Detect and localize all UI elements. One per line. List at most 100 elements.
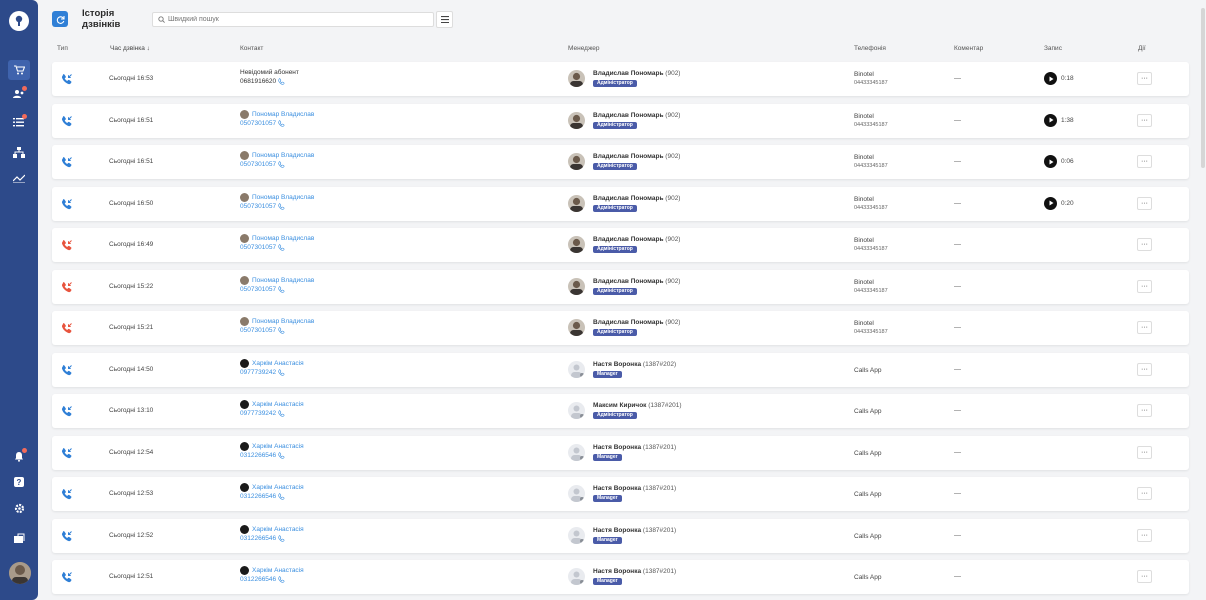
table-row[interactable]: Сьогодні 12:54 Харкім Анастасія 0312266546… [52,435,1189,470]
record-player[interactable]: 0:06 [1044,155,1074,168]
help-icon[interactable]: ? [11,474,27,490]
contact-phone[interactable]: 0312266546 [240,452,276,459]
phone-icon[interactable] [276,327,285,334]
table-row[interactable]: Сьогодні 12:52 Харкім Анастасія 0312266546… [52,518,1189,553]
contact-phone[interactable]: 0977739242 [240,410,276,417]
scrollbar[interactable] [1201,8,1205,168]
contact-phone[interactable]: 0977739242 [240,369,276,376]
table-row[interactable]: Сьогодні 14:50 Харкім Анастасія 0977739242… [52,352,1189,387]
contact-name[interactable]: Пономар Владислав [252,194,314,201]
table-row[interactable]: Сьогодні 15:22 Пономар Владислав 050730105… [52,269,1189,304]
phone-icon[interactable] [276,285,285,293]
menu-button[interactable] [436,10,453,28]
record-player[interactable]: 1:38 [1044,113,1074,127]
table-row[interactable]: Сьогодні 12:53 Харкім Анастасія 0312266546… [52,477,1189,511]
contact-name: Невідомий абонент [240,69,299,76]
table-row[interactable]: Сьогодні 16:51 Пономар Владислав 050730105… [52,103,1189,138]
table-row[interactable]: Сьогодні 16:49 Пономар Владислав 050730105… [52,228,1189,262]
contact-name[interactable]: Пономар Владислав [252,235,314,242]
structure-icon[interactable] [11,144,27,160]
more-actions-button[interactable]: ··· [1137,570,1152,583]
notifications-icon[interactable] [11,448,27,464]
manager-ext: (902) [665,236,681,243]
contact-name[interactable]: Пономар Владислав [252,318,314,325]
search-input[interactable] [165,15,421,23]
contact-phone[interactable]: 0507301057 [240,244,276,251]
phone-icon[interactable] [276,78,285,85]
comment: — [954,116,961,124]
refresh-button[interactable] [52,11,68,27]
col-comment: Коментар [954,45,984,52]
col-time-sort[interactable]: Час дзвінка ↓ [110,45,150,52]
play-icon[interactable] [1044,72,1057,85]
logo-icon[interactable] [9,11,29,31]
phone-icon[interactable] [276,368,285,376]
users-icon[interactable] [11,86,27,102]
comment: — [954,282,961,290]
more-actions-button[interactable]: ··· [1137,196,1152,210]
contact-name[interactable]: Пономар Владислав [252,277,314,284]
manager: Владислав Пономарь (902) Адміністратор [593,318,680,336]
contact-phone[interactable]: 0507301057 [240,286,276,293]
search-box[interactable] [152,11,434,27]
phone-icon[interactable] [276,493,285,500]
more-actions-button[interactable]: ··· [1137,362,1152,376]
contact-phone[interactable]: 0681916620 [240,78,276,85]
more-actions-button[interactable]: ··· [1137,72,1152,85]
table-row[interactable]: Сьогодні 12:51 Харкім Анастасія 0312266546… [52,560,1189,594]
cart-icon[interactable] [8,60,30,80]
telephony: Calls App [854,532,882,540]
more-actions-button[interactable]: ··· [1137,445,1152,459]
record-player[interactable]: 0:20 [1044,196,1074,210]
contact-name[interactable]: Харкім Анастасія [252,526,304,533]
table-row[interactable]: Сьогодні 16:50 Пономар Владислав 050730105… [52,186,1189,221]
contact-phone[interactable]: 0507301057 [240,161,276,168]
contact-phone[interactable]: 0312266546 [240,493,276,500]
phone-icon[interactable] [276,119,285,127]
table-row[interactable]: Сьогодні 15:21 Пономар Владислав 050730105… [52,311,1189,345]
svg-text:?: ? [17,478,22,487]
phone-icon[interactable] [276,576,285,583]
analytics-icon[interactable] [11,170,27,186]
record-player[interactable]: 0:18 [1044,72,1074,85]
phone-icon[interactable] [276,161,285,168]
table-row[interactable]: Сьогодні 16:53 Невідомий абонент 068191662… [52,62,1189,96]
phone-icon[interactable] [276,202,285,210]
contact-name[interactable]: Пономар Владислав [252,111,314,118]
phone-icon[interactable] [276,244,285,251]
contact-phone[interactable]: 0507301057 [240,120,276,127]
more-actions-button[interactable]: ··· [1137,113,1152,127]
more-actions-button[interactable]: ··· [1137,528,1152,542]
contact-name[interactable]: Пономар Владислав [252,152,314,159]
more-actions-button[interactable]: ··· [1137,155,1152,168]
contact-name[interactable]: Харкім Анастасія [252,401,304,408]
exit-icon[interactable] [11,530,27,546]
tasks-icon[interactable] [11,114,27,130]
settings-icon[interactable] [11,500,27,516]
more-actions-button[interactable]: ··· [1137,279,1152,293]
table-row[interactable]: Сьогодні 13:10 Харкім Анастасія 0977739242… [52,394,1189,428]
manager: Владислав Пономарь (902) Адміністратор [593,152,680,170]
play-icon[interactable] [1044,155,1057,168]
phone-icon[interactable] [276,534,285,542]
more-actions-button[interactable]: ··· [1137,487,1152,500]
contact-phone[interactable]: 0312266546 [240,535,276,542]
phone-icon[interactable] [276,410,285,417]
more-actions-button[interactable]: ··· [1137,238,1152,251]
table-row[interactable]: Сьогодні 16:51 Пономар Владислав 050730105… [52,145,1189,179]
contact-name[interactable]: Харкім Анастасія [252,443,304,450]
more-actions-button[interactable]: ··· [1137,321,1152,334]
incoming-call-icon [61,364,73,376]
contact-phone[interactable]: 0312266546 [240,576,276,583]
contact-name[interactable]: Харкім Анастасія [252,484,304,491]
play-icon[interactable] [1044,113,1057,127]
play-icon[interactable] [1044,196,1057,210]
manager-ext: (1387#201) [642,526,677,534]
contact-phone[interactable]: 0507301057 [240,327,276,334]
user-avatar[interactable] [9,562,31,584]
contact-name[interactable]: Харкім Анастасія [252,567,304,574]
phone-icon[interactable] [276,451,285,459]
contact-name[interactable]: Харкім Анастасія [252,360,304,367]
more-actions-button[interactable]: ··· [1137,404,1152,417]
contact-phone[interactable]: 0507301057 [240,203,276,210]
